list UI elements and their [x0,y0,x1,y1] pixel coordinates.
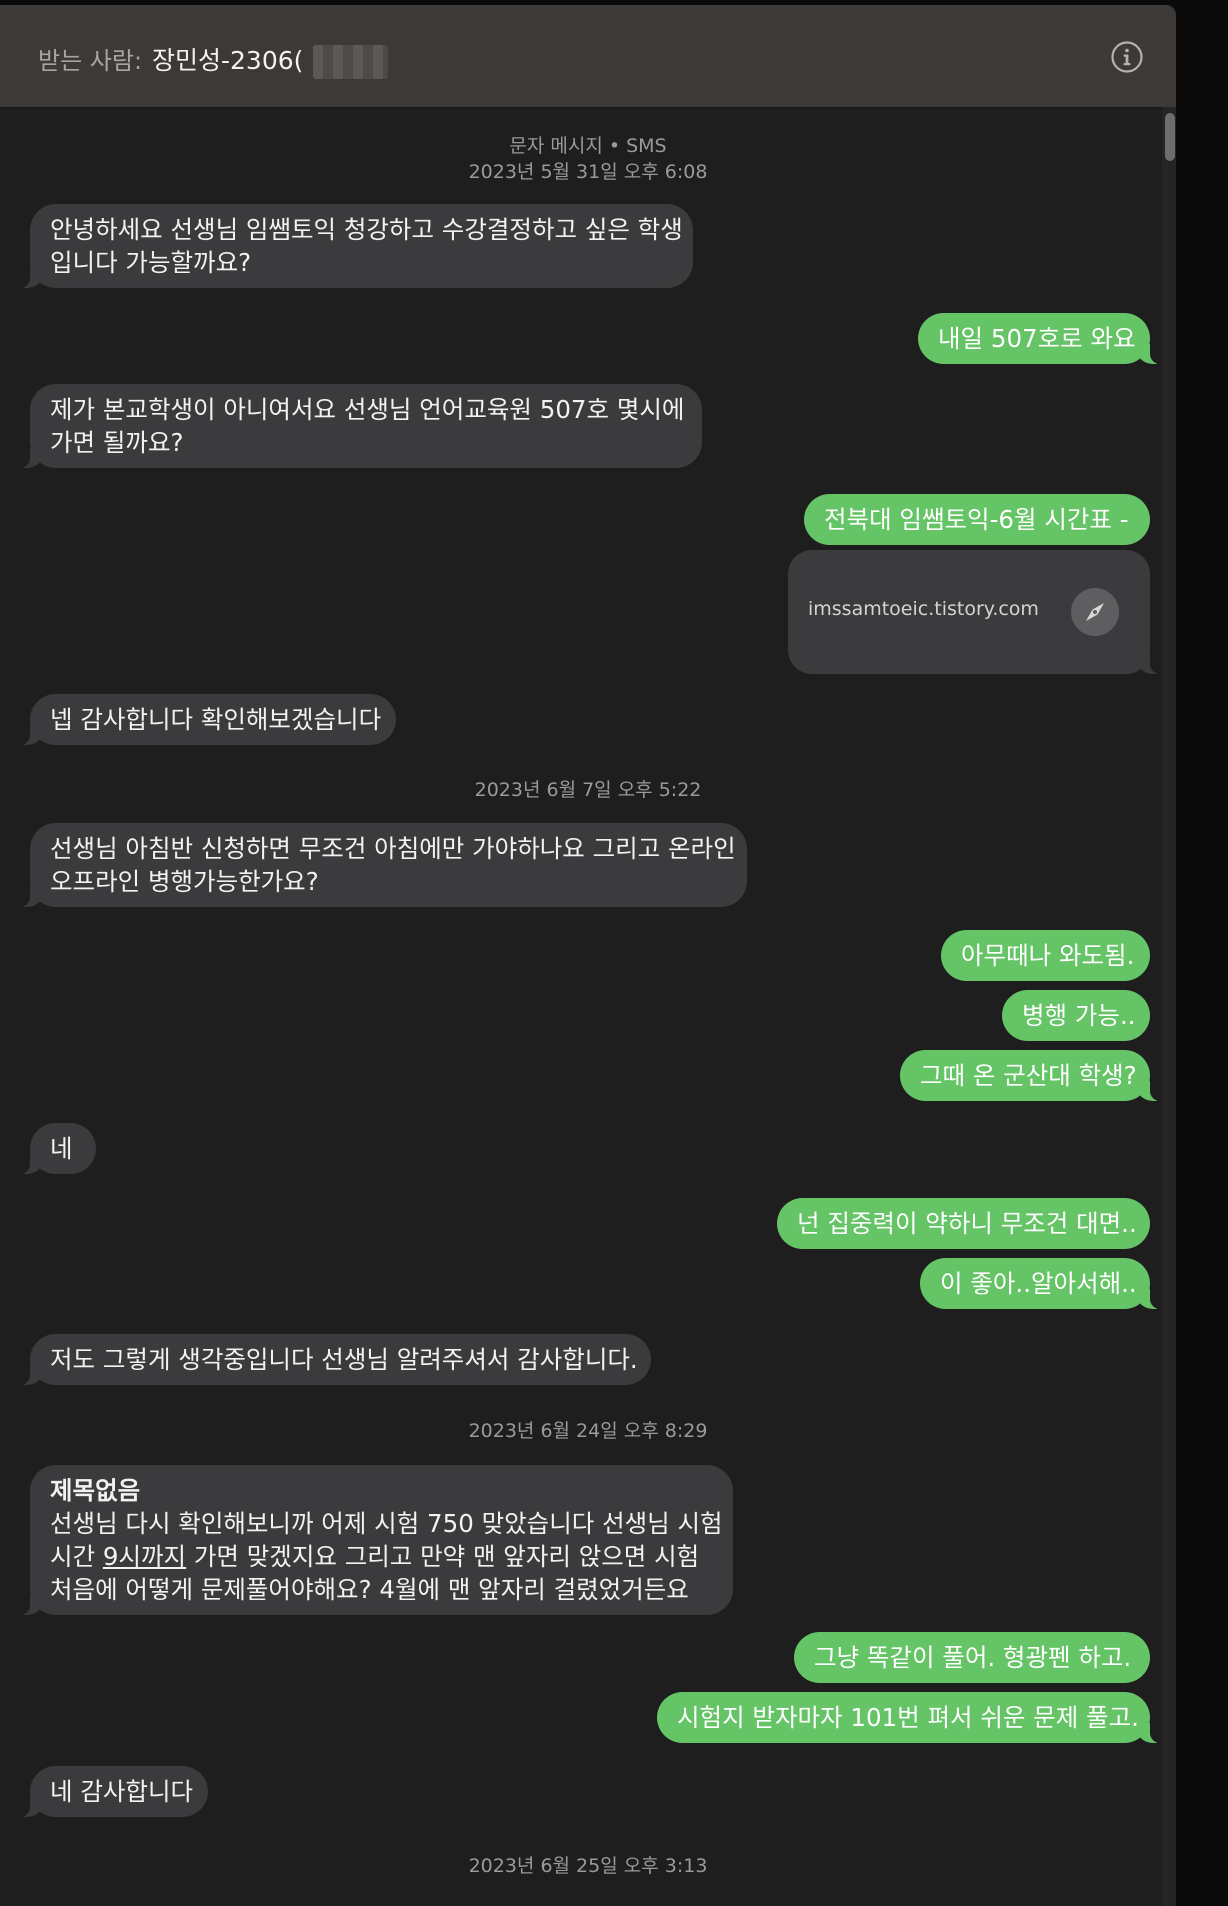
message-outgoing[interactable]: 전북대 임쌤토익-6월 시간표 - [804,494,1150,545]
message-text: 선생님 다시 확인해보니까 어제 시험 750 맞았습니다 선생님 시험 [50,1509,723,1538]
message-underlined-text[interactable]: 9시까지 [103,1542,186,1571]
timestamp: 2023년 6월 25일 오후 3:13 [468,1855,708,1877]
message-incoming[interactable]: 저도 그렇게 생각중입니다 선생님 알려주셔서 감사합니다. [18,1334,651,1385]
message-text: 입니다 가능할까요? [50,248,252,277]
message-outgoing[interactable]: 그냥 똑같이 풀어. 형광펜 하고. [794,1632,1150,1683]
message-incoming[interactable]: 선생님 아침반 신청하면 무조건 아침에만 가야하나요 그리고 온라인 오프라인… [18,823,747,907]
message-incoming[interactable]: 네 [18,1123,96,1174]
timestamp: 2023년 6월 7일 오후 5:22 [474,779,702,801]
message-text: 가면 맞겠지요 그리고 만약 맨 앞자리 앉으면 시험 [186,1542,700,1571]
compass-icon [1071,588,1119,636]
message-incoming[interactable]: 네 감사합니다 [18,1766,208,1817]
redacted-recipient-block [313,45,388,79]
message-text: 시간 [50,1542,103,1571]
message-incoming[interactable]: 제가 본교학생이 아니여서요 선생님 언어교육원 507호 몇시에 가면 될까요… [18,384,702,468]
message-text: 가면 될까요? [50,428,184,457]
message-text: 네 [50,1134,73,1163]
message-outgoing[interactable]: 아무때나 와도됨. [941,930,1150,981]
service-label: 문자 메시지 • SMS [509,135,667,157]
message-incoming[interactable]: 넵 감사합니다 확인해보겠습니다 [18,694,396,745]
timestamp: 2023년 5월 31일 오후 6:08 [468,161,708,183]
conversation-header: 받는 사람: 장민성-2306( [0,5,1176,108]
message-outgoing[interactable]: 그때 온 군산대 학생? [900,1050,1162,1101]
timestamp: 2023년 6월 24일 오후 8:29 [468,1420,708,1442]
message-outgoing[interactable]: 시험지 받자마자 101번 펴서 쉬운 문제 풀고. [657,1692,1162,1743]
link-preview-card[interactable]: imssamtoeic.tistory.com [788,550,1162,674]
message-outgoing[interactable]: 이 좋아..알아서해.. [920,1258,1162,1309]
message-incoming[interactable]: 안녕하세요 선생님 임쌤토익 청강하고 수강결정하고 싶은 학생 입니다 가능할… [18,204,693,288]
message-text-line: 시간 9시까지 가면 맞겠지요 그리고 만약 맨 앞자리 앉으면 시험 [50,1540,713,1573]
scrollbar-track[interactable] [1162,107,1176,1906]
message-incoming[interactable]: 제목없음 선생님 다시 확인해보니까 어제 시험 750 맞았습니다 선생님 시… [18,1465,733,1615]
message-text: 넌 집중력이 약하니 무조건 대면.. [797,1209,1137,1238]
message-outgoing[interactable]: 병행 가능.. [1002,990,1150,1041]
message-text: 전북대 임쌤토익-6월 시간표 - [824,505,1129,534]
message-text: 병행 가능.. [1022,1001,1136,1030]
message-text: 이 좋아..알아서해.. [940,1269,1137,1298]
recipient-label: 받는 사람: [38,47,143,75]
message-outgoing[interactable]: 넌 집중력이 약하니 무조건 대면.. [777,1198,1150,1249]
message-text: 내일 507호로 와요 [938,324,1136,353]
message-outgoing[interactable]: 내일 507호로 와요 [918,313,1162,364]
message-text: 넵 감사합니다 확인해보겠습니다 [50,705,382,734]
message-text: 처음에 어떻게 문제풀어야해요? 4월에 맨 앞자리 걸렸었거든요 [50,1575,689,1604]
messages-window: 받는 사람: 장민성-2306( 문자 메시지 • SMS 2023년 5월 3… [0,5,1176,1906]
message-text: 저도 그렇게 생각중입니다 선생님 알려주셔서 감사합니다. [50,1345,638,1374]
recipient-name[interactable]: 장민성-2306( [152,41,303,77]
message-text: 제가 본교학생이 아니여서요 선생님 언어교육원 507호 몇시에 [50,395,685,424]
message-subject: 제목없음 [50,1476,141,1505]
message-text: 그때 온 군산대 학생? [920,1061,1137,1090]
message-text: 네 감사합니다 [50,1777,194,1806]
message-text: 선생님 아침반 신청하면 무조건 아침에만 가야하나요 그리고 온라인 [50,834,736,863]
message-text: 오프라인 병행가능한가요? [50,867,319,896]
message-text: 시험지 받자마자 101번 펴서 쉬운 문제 풀고. [677,1703,1139,1732]
message-text: 아무때나 와도됨. [961,941,1135,970]
info-icon[interactable] [1110,40,1144,74]
link-domain: imssamtoeic.tistory.com [808,598,1039,620]
message-text: 안녕하세요 선생님 임쌤토익 청강하고 수강결정하고 싶은 학생 [50,215,683,244]
message-text: 그냥 똑같이 풀어. 형광펜 하고. [814,1643,1132,1672]
